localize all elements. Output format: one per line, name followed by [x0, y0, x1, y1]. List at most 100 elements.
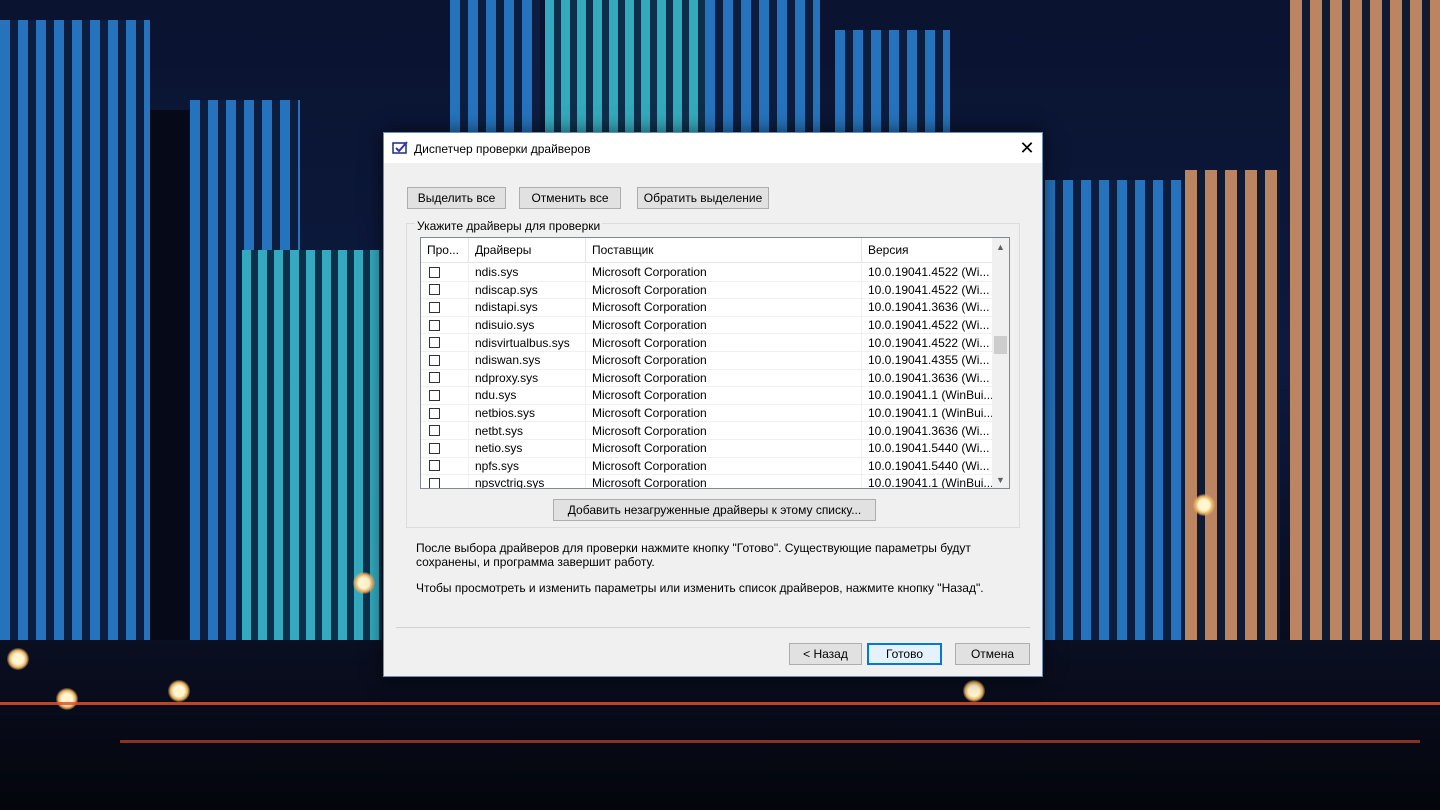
table-row[interactable]: ndistapi.sys Microsoft Corporation 10.0.19… — [421, 299, 992, 317]
verify-cell — [421, 299, 469, 316]
verify-cell — [421, 316, 469, 334]
verify-checkbox[interactable] — [429, 477, 440, 488]
version-cell: 10.0.19041.4522 (Wi... — [868, 335, 990, 350]
table-row[interactable]: npsvctrig.sys Microsoft Corporation 10.0.1… — [421, 475, 992, 488]
version-cell: 10.0.19041.5440 (Wi... — [868, 441, 990, 456]
table-row[interactable]: ndisvirtualbus.sys Microsoft Corporation 1… — [421, 334, 992, 352]
verify-checkbox[interactable] — [429, 460, 440, 472]
vendor-cell: Microsoft Corporation — [586, 475, 862, 488]
back-button[interactable]: < Назад — [789, 643, 862, 665]
vendor-cell: Microsoft Corporation — [586, 422, 862, 439]
invert-selection-button[interactable]: Обратить выделение — [637, 187, 769, 209]
info-text-back: Чтобы просмотреть и изменить параметры и… — [416, 581, 984, 595]
verify-checkbox[interactable] — [429, 319, 440, 331]
vendor-cell: Microsoft Corporation — [586, 369, 862, 387]
table-row[interactable]: netio.sys Microsoft Corporation 10.0.19041… — [421, 439, 992, 458]
vendor-cell: Microsoft Corporation — [586, 457, 862, 475]
driver-name-cell: netbt.sys — [469, 422, 586, 439]
version-cell: 10.0.19041.4522 (Wi... — [868, 265, 990, 280]
vertical-scrollbar[interactable]: ▲ ▼ — [992, 238, 1009, 488]
vendor-cell: Microsoft Corporation — [586, 404, 862, 422]
verify-checkbox[interactable] — [429, 284, 440, 296]
verify-cell — [421, 422, 469, 439]
driver-name-cell: npfs.sys — [469, 457, 586, 475]
verify-cell — [421, 281, 469, 299]
verify-checkbox[interactable] — [429, 337, 440, 349]
column-header-verify[interactable]: Про... — [421, 238, 469, 262]
verify-checkbox[interactable] — [429, 372, 440, 384]
driver-name-cell: ndisuio.sys — [469, 316, 586, 334]
vendor-cell: Microsoft Corporation — [586, 351, 862, 369]
version-cell: 10.0.19041.5440 (Wi... — [868, 458, 990, 473]
version-cell: 10.0.19041.1 (WinBui... — [868, 406, 992, 421]
driver-name-cell: netbios.sys — [469, 404, 586, 422]
driver-name-cell: ndproxy.sys — [469, 369, 586, 387]
verify-cell — [421, 351, 469, 369]
driver-verifier-dialog: Диспетчер проверки драйверов ✕ Выделить … — [383, 132, 1043, 677]
verify-cell — [421, 457, 469, 475]
vendor-cell: Microsoft Corporation — [586, 439, 862, 457]
vendor-cell: Microsoft Corporation — [586, 264, 862, 281]
verify-cell — [421, 439, 469, 457]
column-header-vendor[interactable]: Поставщик — [586, 238, 862, 262]
table-row[interactable]: npfs.sys Microsoft Corporation 10.0.19041.… — [421, 457, 992, 476]
version-cell: 10.0.19041.1 (WinBui... — [868, 476, 992, 488]
app-icon — [392, 141, 408, 154]
verify-checkbox[interactable] — [429, 389, 440, 401]
driver-name-cell: ndiswan.sys — [469, 351, 586, 369]
verify-checkbox[interactable] — [429, 442, 440, 454]
close-icon: ✕ — [1019, 137, 1035, 158]
driver-name-cell: ndisvirtualbus.sys — [469, 334, 586, 351]
driver-name-cell: npsvctrig.sys — [469, 475, 586, 488]
close-button[interactable]: ✕ — [1012, 133, 1042, 163]
verify-checkbox[interactable] — [429, 266, 440, 278]
verify-checkbox[interactable] — [429, 425, 440, 437]
verify-checkbox[interactable] — [429, 407, 440, 419]
version-cell: 10.0.19041.4355 (Wi... — [868, 353, 990, 368]
verify-cell — [421, 475, 469, 488]
verify-cell — [421, 264, 469, 281]
driver-name-cell: netio.sys — [469, 439, 586, 457]
vendor-cell: Microsoft Corporation — [586, 281, 862, 299]
driver-name-cell: ndistapi.sys — [469, 299, 586, 316]
table-row[interactable]: ndisuio.sys Microsoft Corporation 10.0.190… — [421, 316, 992, 335]
add-unloaded-drivers-button[interactable]: Добавить незагруженные драйверы к этому … — [553, 499, 876, 521]
driver-name-cell: ndis.sys — [469, 264, 586, 281]
list-header: Про... Драйверы Поставщик Версия — [421, 238, 992, 263]
vendor-cell: Microsoft Corporation — [586, 334, 862, 351]
finish-button[interactable]: Готово — [867, 643, 942, 665]
table-row[interactable]: ndiswan.sys Microsoft Corporation 10.0.190… — [421, 351, 992, 370]
table-row[interactable]: ndis.sys Microsoft Corporation 10.0.19041.… — [421, 264, 992, 282]
table-row[interactable]: netbt.sys Microsoft Corporation 10.0.19041… — [421, 422, 992, 440]
list-body: ndis.sys Microsoft Corporation 10.0.19041.… — [421, 264, 992, 488]
vendor-cell: Microsoft Corporation — [586, 387, 862, 404]
version-cell: 10.0.19041.3636 (Wi... — [868, 370, 990, 385]
version-cell: 10.0.19041.3636 (Wi... — [868, 423, 990, 438]
scroll-thumb[interactable] — [994, 336, 1007, 354]
verify-cell — [421, 404, 469, 422]
title-bar: Диспетчер проверки драйверов ✕ — [384, 133, 1042, 163]
table-row[interactable]: ndiscap.sys Microsoft Corporation 10.0.190… — [421, 281, 992, 300]
select-all-button[interactable]: Выделить все — [407, 187, 506, 209]
window-title: Диспетчер проверки драйверов — [414, 142, 591, 156]
column-header-version[interactable]: Версия — [862, 238, 992, 262]
version-cell: 10.0.19041.4522 (Wi... — [868, 318, 990, 333]
vendor-cell: Microsoft Corporation — [586, 299, 862, 316]
column-header-driver[interactable]: Драйверы — [469, 238, 586, 262]
table-row[interactable]: netbios.sys Microsoft Corporation 10.0.190… — [421, 404, 992, 423]
scroll-up-icon[interactable]: ▲ — [992, 238, 1009, 255]
verify-checkbox[interactable] — [429, 354, 440, 366]
table-row[interactable]: ndu.sys Microsoft Corporation 10.0.19041.1… — [421, 387, 992, 405]
driver-name-cell: ndiscap.sys — [469, 281, 586, 299]
driver-list[interactable]: Про... Драйверы Поставщик Версия ndis.sy… — [420, 237, 1010, 489]
verify-cell — [421, 387, 469, 404]
driver-name-cell: ndu.sys — [469, 387, 586, 404]
info-text-finish: После выбора драйверов для проверки нажм… — [416, 541, 971, 569]
verify-checkbox[interactable] — [429, 301, 440, 313]
verify-cell — [421, 334, 469, 351]
scroll-down-icon[interactable]: ▼ — [992, 471, 1009, 488]
vendor-cell: Microsoft Corporation — [586, 316, 862, 334]
table-row[interactable]: ndproxy.sys Microsoft Corporation 10.0.190… — [421, 369, 992, 388]
cancel-button[interactable]: Отмена — [955, 643, 1030, 665]
deselect-all-button[interactable]: Отменить все — [519, 187, 621, 209]
